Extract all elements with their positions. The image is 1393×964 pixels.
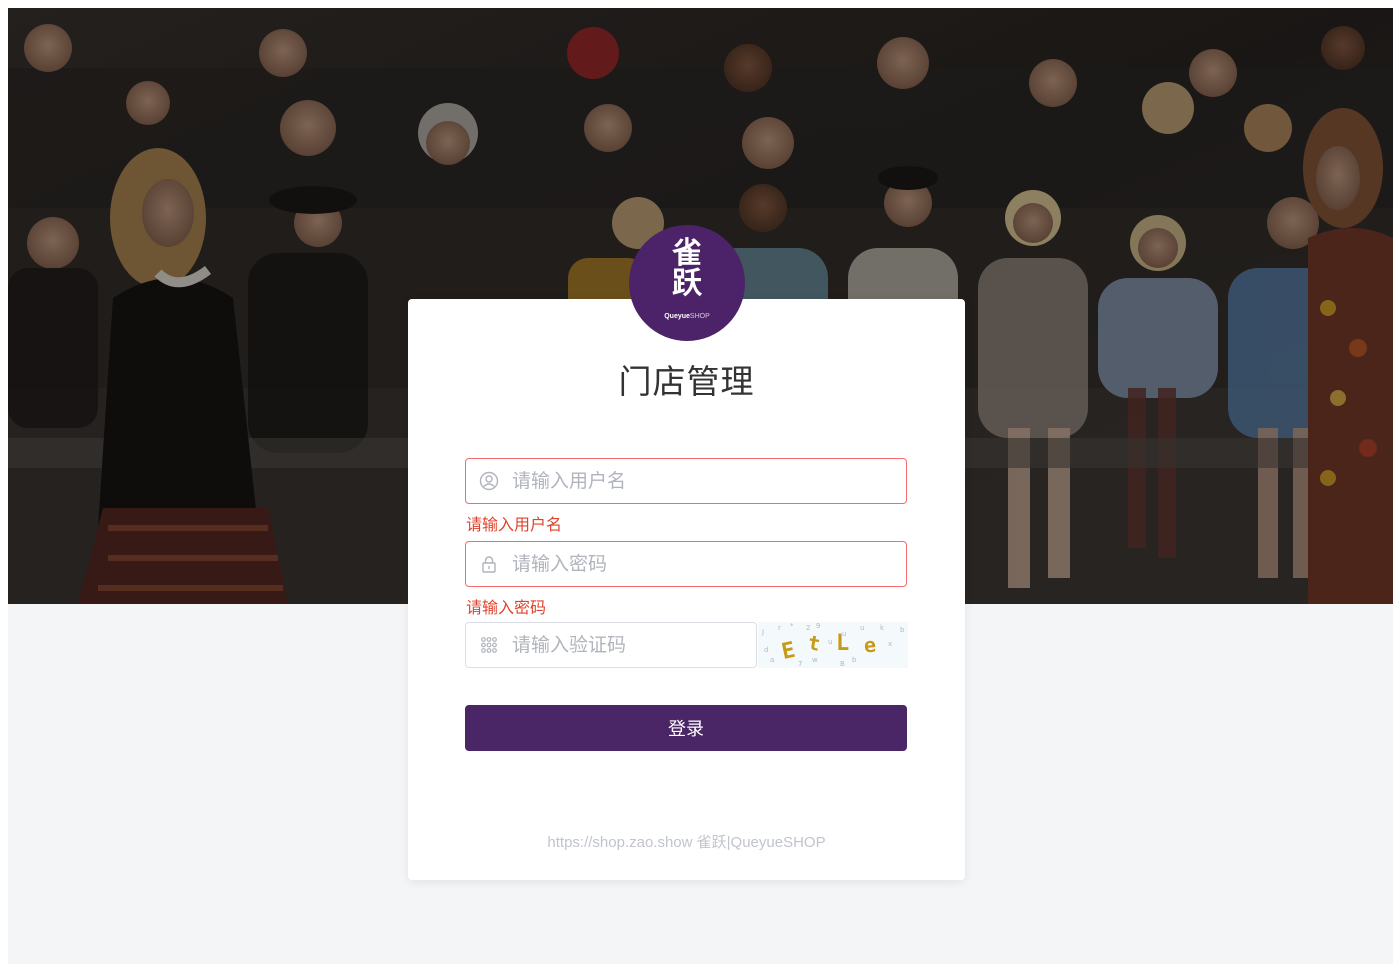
user-icon xyxy=(479,471,499,491)
svg-text:a: a xyxy=(770,656,774,664)
svg-text:x: x xyxy=(888,640,892,648)
username-input[interactable] xyxy=(512,459,892,503)
login-button[interactable]: 登录 xyxy=(465,705,907,751)
captcha-image-graphic: Jr * 2 9u ukb a7w Bbx du E t L e xyxy=(758,622,908,668)
svg-text:d: d xyxy=(764,646,768,654)
logo-mark-line2: 跃 xyxy=(672,266,702,301)
svg-text:u: u xyxy=(828,638,832,646)
login-page: 雀 跃 QueyueSHOP 门店管理 请输入用户名 请输入密码 xyxy=(8,8,1393,964)
password-error-message: 请输入密码 xyxy=(466,598,547,617)
logo-mark: 雀 跃 xyxy=(629,239,745,299)
password-input[interactable] xyxy=(512,542,892,586)
svg-text:b: b xyxy=(900,626,905,634)
svg-text:B: B xyxy=(840,660,845,668)
username-error-message: 请输入用户名 xyxy=(466,515,563,534)
logo-wordmark-main: Queyue xyxy=(664,313,690,320)
logo-wordmark-suffix: SHOP xyxy=(689,313,710,320)
svg-text:*: * xyxy=(790,622,794,630)
captcha-field[interactable] xyxy=(465,622,757,668)
svg-text:u: u xyxy=(860,624,864,632)
captcha-image[interactable]: Jr * 29u ukb a7w Bbx du E t L e xyxy=(758,622,908,668)
svg-text:w: w xyxy=(812,656,818,664)
username-field[interactable] xyxy=(465,458,907,504)
svg-text:r: r xyxy=(778,624,781,632)
lock-icon xyxy=(482,556,496,573)
captcha-char: e xyxy=(863,632,877,657)
svg-text:b: b xyxy=(852,656,857,664)
captcha-char: L xyxy=(836,631,849,656)
svg-text:9: 9 xyxy=(816,622,820,630)
password-field[interactable] xyxy=(465,541,907,587)
logo-mark-line1: 雀 xyxy=(672,236,702,271)
svg-text:J: J xyxy=(761,628,764,636)
captcha-input[interactable] xyxy=(512,623,742,667)
brand-logo: 雀 跃 QueyueSHOP xyxy=(629,225,745,341)
login-card: 雀 跃 QueyueSHOP 门店管理 请输入用户名 请输入密码 xyxy=(408,225,965,880)
page-title: 门店管理 xyxy=(618,362,755,401)
logo-wordmark: QueyueSHOP xyxy=(629,313,745,320)
footer-text: https://shop.zao.show 雀跃|QueyueSHOP xyxy=(547,834,826,851)
keypad-icon xyxy=(481,637,497,653)
svg-text:7: 7 xyxy=(798,660,802,668)
